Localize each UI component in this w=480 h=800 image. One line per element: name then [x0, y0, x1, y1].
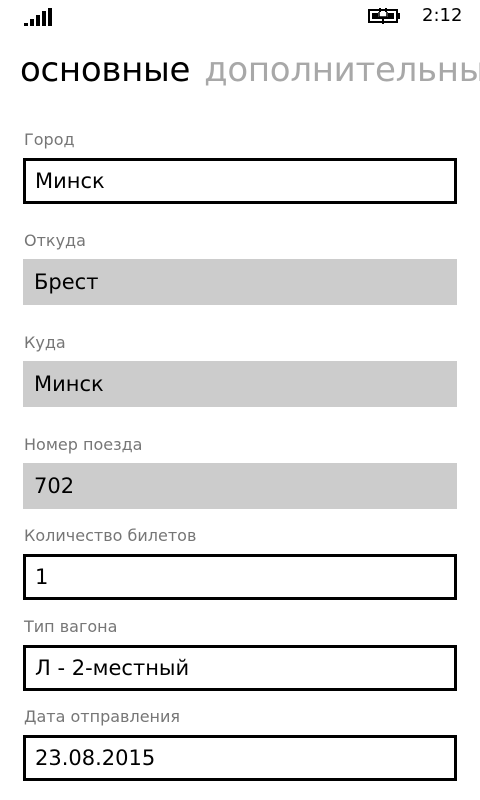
clock: 2:12 — [422, 5, 463, 26]
to-label: Куда — [24, 333, 66, 352]
from-field: Брест — [23, 259, 457, 305]
car-type-select[interactable]: Л - 2-местный — [23, 645, 457, 691]
from-label: Откуда — [24, 231, 86, 250]
city-label: Город — [24, 130, 75, 149]
car-type-label: Тип вагона — [24, 617, 118, 636]
train-number-field: 702 — [23, 463, 457, 509]
tab-additional[interactable]: дополнительные — [204, 48, 480, 92]
to-field: Минск — [23, 361, 457, 407]
tickets-input[interactable]: 1 — [23, 554, 457, 600]
departure-date-label: Дата отправления — [24, 707, 181, 726]
train-number-label: Номер поезда — [24, 435, 143, 454]
tab-main[interactable]: основные — [20, 48, 190, 92]
pivot-header: основные дополнительные — [20, 48, 480, 100]
battery-charging-icon — [368, 8, 400, 24]
tickets-label: Количество билетов — [24, 526, 197, 545]
departure-date-picker[interactable]: 23.08.2015 — [23, 735, 457, 781]
city-input[interactable]: Минск — [23, 158, 457, 204]
signal-strength-icon — [24, 8, 52, 26]
status-bar: 2:12 — [0, 0, 480, 32]
